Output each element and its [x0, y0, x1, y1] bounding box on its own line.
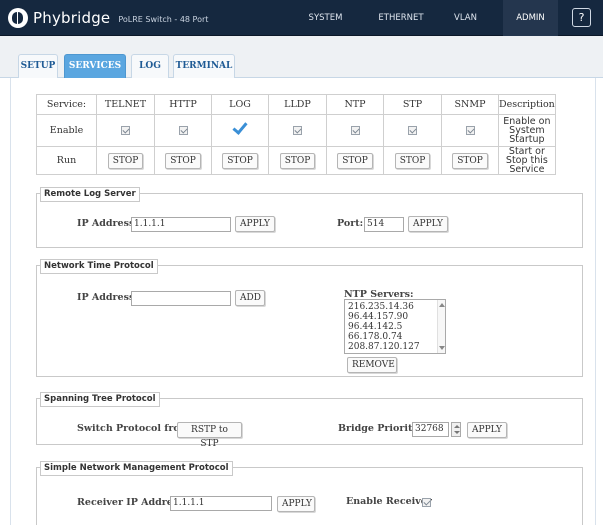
service-name: LLDP: [268, 94, 327, 115]
remote-log-title: Remote Log Server: [40, 187, 140, 202]
run-cell: STOP: [268, 146, 327, 175]
tab-terminal[interactable]: TERMINAL: [173, 54, 235, 78]
stp-switch-label: Switch Protocol from: [77, 423, 190, 434]
snmp-apply-button[interactable]: APPLY: [277, 496, 315, 512]
remote-log-ip-label: IP Address:: [77, 218, 138, 229]
log-stop-button[interactable]: STOP: [222, 152, 258, 169]
ntp-servers-scrollbar[interactable]: [437, 300, 445, 353]
telnet-stop-button[interactable]: STOP: [107, 152, 144, 169]
enable-cell: [383, 114, 442, 147]
enable-cell: [211, 114, 269, 147]
ntp-server-item[interactable]: 66.178.0.74: [348, 332, 442, 342]
services-enable-row: Enable Enable on System Startup: [36, 114, 556, 147]
enable-cell: [268, 114, 327, 147]
service-row-label: Service:: [36, 94, 97, 115]
scroll-up-icon[interactable]: [439, 303, 445, 307]
bridge-priority-label: Bridge Priority:: [338, 423, 422, 434]
run-cell: STOP: [96, 146, 155, 175]
service-name: NTP: [326, 94, 384, 115]
scroll-down-icon[interactable]: [439, 346, 445, 350]
snmp-section: Simple Network Management Protocol Recei…: [36, 461, 583, 525]
ntp-ip-input[interactable]: [131, 291, 231, 306]
snmp-enable-checkbox[interactable]: [465, 126, 475, 135]
run-cell: STOP: [383, 146, 442, 175]
log-enable-checkbox[interactable]: [232, 119, 248, 135]
enable-description: Enable on System Startup: [498, 114, 556, 147]
description-header: Description: [498, 94, 556, 115]
ntp-server-item[interactable]: 208.87.120.127: [348, 342, 442, 352]
lldp-stop-button[interactable]: STOP: [279, 152, 316, 169]
stp-title: Spanning Tree Protocol: [40, 392, 160, 407]
tab-services[interactable]: SERVICES: [64, 54, 126, 78]
ntp-title: Network Time Protocol: [40, 259, 158, 274]
services-header-row: Service: TELNET HTTP LOG LLDP NTP STP SN…: [36, 94, 556, 115]
enable-receiver-label: Enable Receiver: [346, 496, 432, 507]
service-name: TELNET: [96, 94, 155, 115]
ntp-section: Network Time Protocol IP Address: ADD NT…: [36, 259, 583, 377]
ntp-remove-button[interactable]: REMOVE: [347, 357, 397, 373]
enable-cell: [326, 114, 384, 147]
phybridge-logo-icon: [8, 8, 28, 28]
http-stop-button[interactable]: STOP: [165, 152, 201, 169]
run-cell: STOP: [154, 146, 212, 175]
ntp-server-item[interactable]: 96.44.142.5: [348, 322, 442, 332]
stp-section: Spanning Tree Protocol Switch Protocol f…: [36, 392, 583, 449]
run-row-label: Run: [36, 146, 97, 175]
stp-enable-checkbox[interactable]: [408, 126, 417, 135]
stp-switch-button[interactable]: RSTP to STP: [177, 422, 242, 449]
lldp-enable-checkbox[interactable]: [293, 126, 302, 135]
nav-vlan[interactable]: VLAN: [443, 0, 488, 36]
service-name: STP: [383, 94, 442, 115]
bridge-priority-input[interactable]: 32768: [412, 422, 449, 437]
enable-cell: [154, 114, 212, 147]
enable-row-label: Enable: [36, 114, 97, 147]
ntp-enable-checkbox[interactable]: [350, 126, 360, 135]
tab-setup[interactable]: SETUP: [18, 54, 58, 78]
service-name: SNMP: [441, 94, 499, 115]
help-button[interactable]: ?: [572, 8, 591, 27]
stp-apply-button[interactable]: APPLY: [467, 422, 507, 438]
run-description: Start or Stop this Service: [498, 146, 556, 175]
remote-log-port-input[interactable]: 514: [364, 217, 404, 232]
telnet-enable-checkbox[interactable]: [121, 126, 130, 135]
service-name: LOG: [211, 94, 269, 115]
http-enable-checkbox[interactable]: [178, 126, 188, 135]
remote-log-section: Remote Log Server IP Address: 1.1.1.1 AP…: [36, 187, 583, 248]
remote-log-port-apply-button[interactable]: APPLY: [408, 216, 448, 232]
snmp-stop-button[interactable]: STOP: [452, 152, 488, 169]
brand-name: Phybridge: [33, 9, 111, 27]
nav-ethernet[interactable]: ETHERNET: [366, 0, 436, 36]
nav-admin[interactable]: ADMIN: [503, 0, 558, 36]
enable-receiver-checkbox[interactable]: [422, 498, 431, 507]
run-cell: STOP: [441, 146, 499, 175]
nav-system[interactable]: SYSTEM: [298, 0, 353, 36]
services-run-row: Run STOP STOP STOP STOP STOP STOP STOP S…: [36, 146, 556, 175]
brand-logo: Phybridge PoLRE Switch - 48 Port: [8, 6, 208, 30]
product-name: PoLRE Switch - 48 Port: [118, 15, 209, 24]
stp-stop-button[interactable]: STOP: [394, 152, 431, 169]
remote-log-port-label: Port:: [337, 218, 364, 229]
ntp-ip-label: IP Address:: [77, 292, 138, 303]
service-name: HTTP: [154, 94, 212, 115]
ntp-server-item[interactable]: 96.44.157.90: [348, 312, 442, 322]
remote-log-ip-input[interactable]: 1.1.1.1: [131, 217, 231, 232]
top-header: Phybridge PoLRE Switch - 48 Port SYSTEM …: [0, 0, 603, 36]
enable-cell: [441, 114, 499, 147]
run-cell: STOP: [211, 146, 269, 175]
remote-log-apply-button[interactable]: APPLY: [235, 216, 275, 232]
enable-cell: [96, 114, 155, 147]
run-cell: STOP: [326, 146, 384, 175]
tab-log[interactable]: LOG: [131, 54, 169, 78]
ntp-stop-button[interactable]: STOP: [337, 152, 373, 169]
ntp-add-button[interactable]: ADD: [235, 290, 265, 306]
snmp-receiver-input[interactable]: 1.1.1.1: [170, 496, 272, 511]
snmp-title: Simple Network Management Protocol: [40, 461, 233, 476]
ntp-servers-listbox[interactable]: 216.235.14.36 96.44.157.90 96.44.142.5 6…: [344, 299, 446, 354]
bridge-priority-spinner[interactable]: [451, 422, 461, 437]
ntp-server-item[interactable]: 216.235.14.36: [348, 302, 442, 312]
services-table: Service: TELNET HTTP LOG LLDP NTP STP SN…: [36, 94, 556, 175]
